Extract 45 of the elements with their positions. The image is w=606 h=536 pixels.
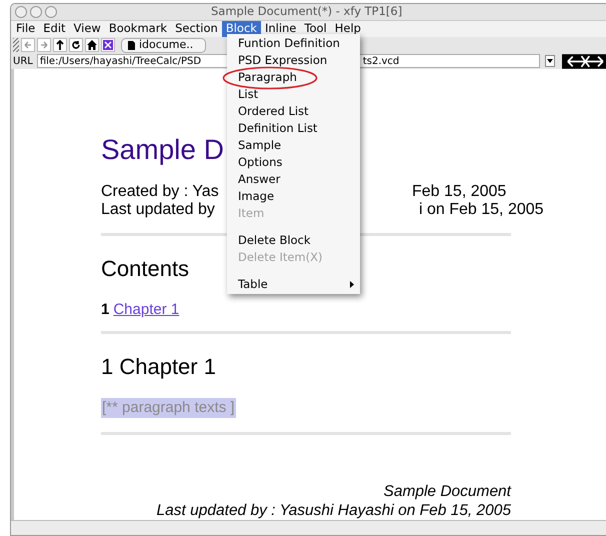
menu-item[interactable]: View (70, 21, 105, 37)
menu-item[interactable]: Delete Block (227, 232, 360, 249)
window-title: Sample Document(*) - xfy TP1[6] (211, 3, 402, 20)
menu-item[interactable]: Funtion Definition (227, 35, 360, 52)
menu-item[interactable]: Paragraph (227, 69, 360, 86)
reload-icon[interactable] (69, 38, 83, 52)
menu-item[interactable]: Table (227, 276, 360, 293)
meta-text: i on Feb 15, 2005 (419, 201, 544, 219)
menu-item[interactable]: Ordered List (227, 103, 360, 120)
document-tab[interactable]: idocume.. (121, 38, 206, 52)
footer-text: Sample Document (383, 482, 511, 501)
menu-item[interactable]: Help (330, 21, 365, 37)
paragraph-text: [** paragraph texts ] (101, 398, 236, 418)
home-icon[interactable] (85, 38, 99, 52)
menu-item[interactable]: PSD Expression (227, 52, 360, 69)
menu-item[interactable]: Inline (260, 21, 300, 37)
menu-item[interactable]: List (227, 86, 360, 103)
caret-icon (546, 59, 553, 63)
menu-item[interactable]: Options (227, 154, 360, 171)
menu-item[interactable]: Edit (39, 21, 70, 37)
dropdown-button[interactable] (544, 55, 556, 67)
url-label: URL (13, 54, 33, 68)
menu-item[interactable]: Definition List (227, 120, 360, 137)
meta-text: Feb 15, 2005 (412, 183, 506, 201)
back-icon[interactable] (21, 38, 35, 52)
menu-item[interactable]: File (12, 21, 40, 37)
menu-item[interactable]: Answer (227, 171, 360, 188)
submenu-arrow-icon (350, 281, 354, 288)
chapter-link[interactable]: Chapter 1 (113, 301, 180, 319)
menu-item[interactable]: Section (171, 21, 222, 37)
cross-icon[interactable] (101, 38, 115, 52)
meta-text: Created by : Yas (101, 183, 219, 200)
meta-text: Last updated by (101, 201, 215, 218)
up-icon[interactable] (53, 38, 67, 52)
chapter-heading: 1 Chapter 1 (101, 354, 216, 380)
menu-item[interactable]: Tool (300, 21, 331, 37)
document-icon (128, 40, 135, 50)
section-heading: Contents (101, 256, 190, 282)
document-title: Sample D (101, 133, 224, 167)
menu-item[interactable]: Image (227, 188, 360, 205)
footer-text: Last updated by : Yasushi Hayashi on Feb 15, 2005 (156, 501, 511, 520)
toc-number: 1 (101, 301, 110, 319)
menu-item[interactable]: Bookmark (104, 21, 172, 37)
menu-item[interactable]: Sample (227, 137, 360, 154)
grip-icon (13, 38, 19, 52)
